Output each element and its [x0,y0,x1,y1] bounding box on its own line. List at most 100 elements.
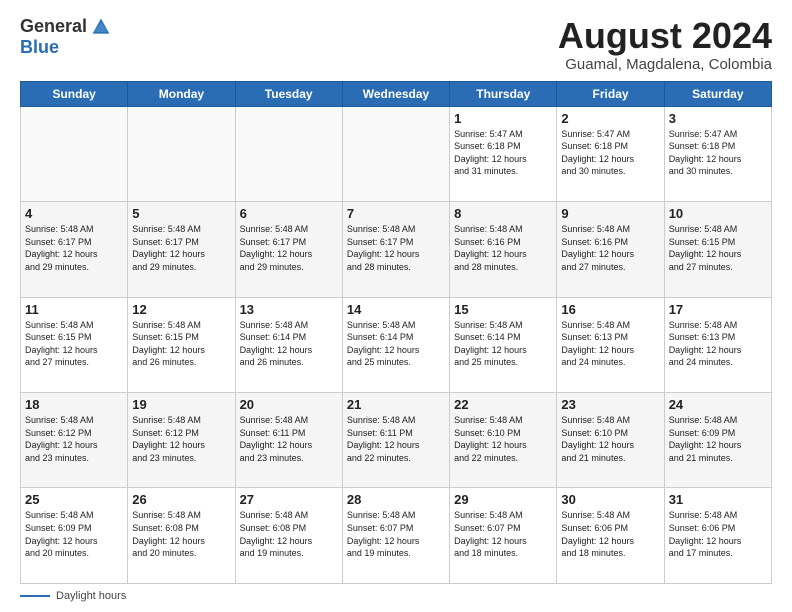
day-number: 30 [561,492,659,507]
footer-line [20,595,50,597]
calendar-day-cell: 27 Sunrise: 5:48 AM Sunset: 6:08 PM Dayli… [235,488,342,584]
day-info: Sunrise: 5:48 AM Sunset: 6:17 PM Dayligh… [25,223,123,273]
calendar-week-row: 25Sunrise: 5:48 AM Sunset: 6:09 PM Dayli… [21,488,772,584]
calendar-day-cell: 29Sunrise: 5:48 AM Sunset: 6:07 PM Dayli… [450,488,557,584]
day-info: Sunrise: 5:48 AM Sunset: 6:10 PM Dayligh… [561,414,659,464]
day-info: Sunrise: 5:48 AM Sunset: 6:10 PM Dayligh… [454,414,552,464]
day-number: 8 [454,206,552,221]
month-title: August 2024 [558,16,772,56]
calendar-day-cell [21,106,128,201]
day-number: 5 [132,206,230,221]
day-info: Sunrise: 5:47 AM Sunset: 6:18 PM Dayligh… [454,128,552,178]
day-number: 2 [561,111,659,126]
calendar-week-row: 4 Sunrise: 5:48 AM Sunset: 6:17 PM Daylig… [21,202,772,297]
day-number: 26 [132,492,230,507]
day-number: 23 [561,397,659,412]
calendar-day-header: Saturday [664,81,771,106]
day-info: Sunrise: 5:48 AM Sunset: 6:12 PM Dayligh… [132,414,230,464]
day-number: 13 [240,302,338,317]
calendar-day-cell: 19 Sunrise: 5:48 AM Sunset: 6:12 PM Dayli… [128,393,235,488]
calendar-day-cell: 20 Sunrise: 5:48 AM Sunset: 6:11 PM Dayli… [235,393,342,488]
logo: General Blue [20,16,111,58]
calendar-day-cell: 7 Sunrise: 5:48 AM Sunset: 6:17 PM Daylig… [342,202,449,297]
calendar-day-header: Monday [128,81,235,106]
day-number: 28 [347,492,445,507]
calendar-day-cell [342,106,449,201]
day-info: Sunrise: 5:48 AM Sunset: 6:13 PM Dayligh… [561,319,659,369]
day-number: 3 [669,111,767,126]
subtitle: Guamal, Magdalena, Colombia [558,56,772,73]
day-info: Sunrise: 5:48 AM Sunset: 6:07 PM Dayligh… [347,509,445,559]
calendar-day-cell: 15Sunrise: 5:48 AM Sunset: 6:14 PM Dayli… [450,297,557,392]
day-info: Sunrise: 5:48 AM Sunset: 6:13 PM Dayligh… [669,319,767,369]
day-info: Sunrise: 5:48 AM Sunset: 6:17 PM Dayligh… [132,223,230,273]
calendar-day-header: Tuesday [235,81,342,106]
calendar-day-cell: 3 Sunrise: 5:47 AM Sunset: 6:18 PM Daylig… [664,106,771,201]
footer-label: Daylight hours [56,590,126,602]
day-number: 16 [561,302,659,317]
calendar-day-cell: 13 Sunrise: 5:48 AM Sunset: 6:14 PM Dayli… [235,297,342,392]
day-info: Sunrise: 5:48 AM Sunset: 6:17 PM Dayligh… [240,223,338,273]
title-block: August 2024 Guamal, Magdalena, Colombia [558,16,772,73]
calendar-week-row: 18 Sunrise: 5:48 AM Sunset: 6:12 PM Dayli… [21,393,772,488]
calendar-day-cell: 24Sunrise: 5:48 AM Sunset: 6:09 PM Dayli… [664,393,771,488]
day-info: Sunrise: 5:47 AM Sunset: 6:18 PM Dayligh… [561,128,659,178]
day-number: 6 [240,206,338,221]
day-info: Sunrise: 5:47 AM Sunset: 6:18 PM Dayligh… [669,128,767,178]
day-info: Sunrise: 5:48 AM Sunset: 6:06 PM Dayligh… [669,509,767,559]
day-info: Sunrise: 5:48 AM Sunset: 6:06 PM Dayligh… [561,509,659,559]
calendar-day-cell: 12 Sunrise: 5:48 AM Sunset: 6:15 PM Dayli… [128,297,235,392]
day-number: 14 [347,302,445,317]
calendar-day-cell: 9 Sunrise: 5:48 AM Sunset: 6:16 PM Daylig… [557,202,664,297]
day-number: 10 [669,206,767,221]
day-info: Sunrise: 5:48 AM Sunset: 6:15 PM Dayligh… [669,223,767,273]
day-info: Sunrise: 5:48 AM Sunset: 6:09 PM Dayligh… [25,509,123,559]
calendar-day-cell: 31Sunrise: 5:48 AM Sunset: 6:06 PM Dayli… [664,488,771,584]
day-info: Sunrise: 5:48 AM Sunset: 6:15 PM Dayligh… [25,319,123,369]
calendar-day-cell: 18Sunrise: 5:48 AM Sunset: 6:12 PM Dayli… [21,393,128,488]
calendar-week-row: 1 Sunrise: 5:47 AM Sunset: 6:18 PM Daylig… [21,106,772,201]
day-number: 9 [561,206,659,221]
day-info: Sunrise: 5:48 AM Sunset: 6:08 PM Dayligh… [240,509,338,559]
day-number: 18 [25,397,123,412]
day-number: 4 [25,206,123,221]
header: General Blue August 2024 Guamal, Magdale… [20,16,772,73]
day-number: 27 [240,492,338,507]
day-number: 19 [132,397,230,412]
calendar-day-cell [128,106,235,201]
calendar-day-cell: 28 Sunrise: 5:48 AM Sunset: 6:07 PM Dayli… [342,488,449,584]
calendar-day-cell: 16 Sunrise: 5:48 AM Sunset: 6:13 PM Dayli… [557,297,664,392]
calendar-day-cell: 26 Sunrise: 5:48 AM Sunset: 6:08 PM Dayli… [128,488,235,584]
calendar-week-row: 11 Sunrise: 5:48 AM Sunset: 6:15 PM Dayli… [21,297,772,392]
day-info: Sunrise: 5:48 AM Sunset: 6:11 PM Dayligh… [347,414,445,464]
day-info: Sunrise: 5:48 AM Sunset: 6:09 PM Dayligh… [669,414,767,464]
day-number: 7 [347,206,445,221]
day-info: Sunrise: 5:48 AM Sunset: 6:16 PM Dayligh… [561,223,659,273]
calendar-day-cell: 6 Sunrise: 5:48 AM Sunset: 6:17 PM Daylig… [235,202,342,297]
day-info: Sunrise: 5:48 AM Sunset: 6:14 PM Dayligh… [240,319,338,369]
calendar-day-cell: 4 Sunrise: 5:48 AM Sunset: 6:17 PM Daylig… [21,202,128,297]
calendar-day-header: Friday [557,81,664,106]
calendar-day-cell: 23 Sunrise: 5:48 AM Sunset: 6:10 PM Dayli… [557,393,664,488]
day-info: Sunrise: 5:48 AM Sunset: 6:07 PM Dayligh… [454,509,552,559]
day-number: 11 [25,302,123,317]
calendar-day-cell: 10 Sunrise: 5:48 AM Sunset: 6:15 PM Dayli… [664,202,771,297]
day-number: 12 [132,302,230,317]
logo-icon [91,17,111,37]
day-info: Sunrise: 5:48 AM Sunset: 6:11 PM Dayligh… [240,414,338,464]
day-number: 1 [454,111,552,126]
calendar-day-header: Thursday [450,81,557,106]
day-number: 20 [240,397,338,412]
logo-general-text: General [20,16,87,37]
day-info: Sunrise: 5:48 AM Sunset: 6:16 PM Dayligh… [454,223,552,273]
day-info: Sunrise: 5:48 AM Sunset: 6:17 PM Dayligh… [347,223,445,273]
day-info: Sunrise: 5:48 AM Sunset: 6:08 PM Dayligh… [132,509,230,559]
calendar-table: SundayMondayTuesdayWednesdayThursdayFrid… [20,81,772,584]
page: General Blue August 2024 Guamal, Magdale… [0,0,792,612]
calendar-day-cell: 2 Sunrise: 5:47 AM Sunset: 6:18 PM Daylig… [557,106,664,201]
calendar-header-row: SundayMondayTuesdayWednesdayThursdayFrid… [21,81,772,106]
calendar-day-cell: 22Sunrise: 5:48 AM Sunset: 6:10 PM Dayli… [450,393,557,488]
calendar-day-cell: 1 Sunrise: 5:47 AM Sunset: 6:18 PM Daylig… [450,106,557,201]
day-number: 21 [347,397,445,412]
day-info: Sunrise: 5:48 AM Sunset: 6:15 PM Dayligh… [132,319,230,369]
